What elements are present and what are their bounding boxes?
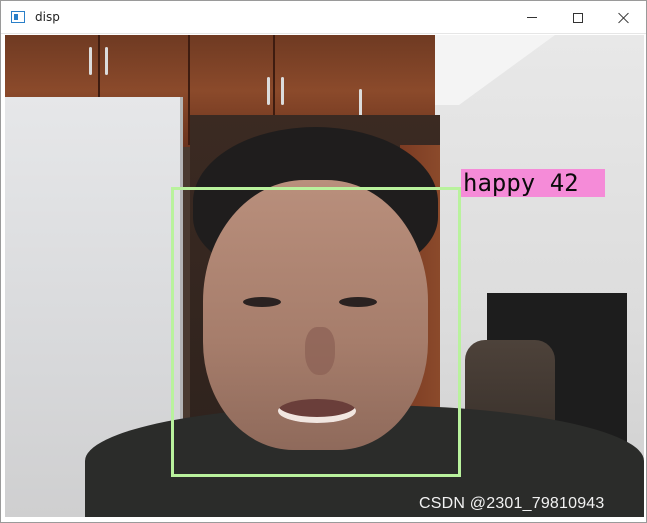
window-title: disp: [35, 10, 60, 24]
close-icon: [618, 12, 630, 24]
cabinet-handle: [89, 47, 92, 75]
minimize-icon: [527, 17, 537, 18]
title-bar[interactable]: disp: [1, 1, 646, 34]
cabinet-handle: [105, 47, 108, 75]
minimize-button[interactable]: [509, 1, 555, 34]
maximize-icon: [573, 12, 583, 23]
app-window: disp happy 42 CSDN @2301_79810943: [0, 0, 647, 523]
close-button[interactable]: [601, 1, 646, 34]
face-detection-box: [171, 187, 461, 477]
emotion-label: happy 42: [461, 169, 605, 197]
cabinet-handle: [281, 77, 284, 105]
window-app-icon: [11, 11, 25, 23]
watermark-text: CSDN @2301_79810943: [419, 495, 605, 512]
cabinet-handle: [359, 89, 362, 117]
maximize-button[interactable]: [555, 1, 601, 34]
camera-frame: happy 42 CSDN @2301_79810943: [5, 35, 644, 517]
cabinet-handle: [267, 77, 270, 105]
